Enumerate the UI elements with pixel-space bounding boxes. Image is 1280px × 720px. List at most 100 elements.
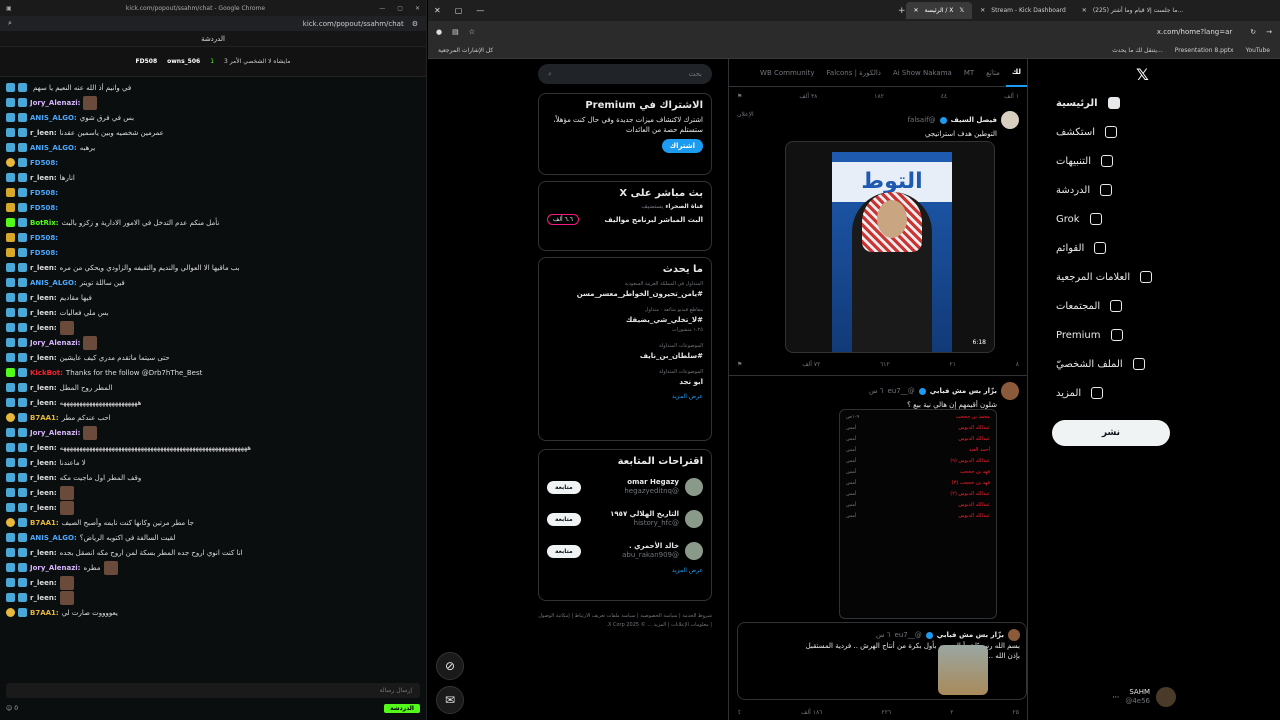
close-icon[interactable]: ✕ [415,5,420,12]
chat-username[interactable]: B7AA1: [30,517,59,529]
chat-input[interactable]: إرسال رسالة [6,683,420,698]
bookmark-presentation[interactable]: Presentation 8.pptx [1175,47,1234,54]
like-count[interactable]: ١٨٢ [874,93,884,100]
tweet-handle[interactable]: @falsaif [908,116,936,124]
chat-message[interactable]: B7AA1: جا مطر مرتين وكانها كنت نايمه وأصب… [6,515,421,530]
nav-item[interactable]: الرئيسية [1056,92,1181,114]
chat-username[interactable]: r_leen: [30,502,57,514]
close-window-icon[interactable]: ✕ [434,6,441,15]
chat-message[interactable]: BotRix: نأمل منكم عدم التدخل في الامور ال… [6,215,421,230]
emote-icon[interactable]: ☺ [6,705,12,712]
tweet-author[interactable]: بزّار بس مش فبابي [937,631,1004,639]
trend-item[interactable]: مقاطع فيديو شائعة · متداول #لا_تخلي_شي_يض… [547,305,703,335]
chat-message[interactable]: ANIS_ALGO: لقيت السالفة في اكتوبه الرياض؟ [6,530,421,545]
back-icon[interactable]: → [1266,28,1272,36]
tweet-image-list[interactable]: محمد بن جحجب ٩-١ص عبدالله الدبوس أمس عبدالله… [839,409,997,619]
chat-username[interactable]: FD508: [30,157,58,169]
reply-count[interactable]: ٨ [1016,361,1019,368]
avatar[interactable] [685,510,703,528]
tweet-handle[interactable]: @__eu7 [888,387,915,395]
nav-item[interactable]: الدردشة [1056,179,1181,201]
avatar[interactable] [1008,629,1020,641]
chat-username[interactable]: Jory_Alenazi: [30,337,80,349]
chat-message[interactable]: ANIS_ALGO: بس في فرق شوي [6,110,421,125]
view-count[interactable]: ١٨٦ ألف [801,709,822,716]
grok-icon[interactable]: ⊘ [436,652,464,680]
bookmark-icon[interactable]: ⚑ [737,93,742,100]
tab-youtube[interactable]: ✕ (225) ما جلست إلا قيام وما أشتر... [1074,2,1191,19]
tweet-image[interactable] [938,645,988,695]
timeline-tab[interactable]: Ai Show Nakama [887,59,958,87]
bookmark-x[interactable]: يتنقل لك ما يحدث... [1112,47,1163,54]
avatar[interactable] [1001,111,1019,129]
reply-count[interactable]: ١ ألف [1004,93,1019,100]
chat-message[interactable]: Jory_Alenazi: مطره [6,560,421,575]
nav-item[interactable]: استكشف [1056,121,1181,143]
chat-username[interactable]: r_leen: [30,487,57,499]
chat-username[interactable]: FD508: [30,187,58,199]
bookmark-youtube[interactable]: YouTube [1246,47,1270,54]
repost-count[interactable]: ٢١ [950,361,956,368]
chat-message[interactable]: r_leen: ههههههههههههههههههههههههههههههههه… [6,440,421,455]
timeline-tab[interactable]: لك [1005,59,1027,87]
extensions-icon[interactable]: ▤ [452,28,459,36]
chat-username[interactable]: FD508: [30,232,58,244]
tab-kick-dashboard[interactable]: ✕ Stream - Kick Dashboard [972,2,1074,19]
trends-show-more[interactable]: عرض المزيد [547,393,703,400]
chat-message[interactable]: r_leen: [6,485,421,500]
tab-close-icon[interactable]: ✕ [914,7,919,14]
chat-username[interactable]: Jory_Alenazi: [30,427,80,439]
chat-message[interactable]: r_leen: انارها [6,170,421,185]
nav-item[interactable]: القوائم [1056,237,1181,259]
minimize-icon[interactable]: — [379,5,385,12]
chat-username[interactable]: ANIS_ALGO: [30,532,77,544]
chat-message[interactable]: r_leen: [6,590,421,605]
chat-username[interactable]: r_leen: [30,262,57,274]
chat-message[interactable]: ANIS_ALGO: فين ساللة تويتر [6,275,421,290]
nav-item[interactable]: العلامات المرجعية [1056,266,1181,288]
tab-x-home[interactable]: ✕ الرئيسة / X 𝕏 [905,2,973,19]
follow-button[interactable]: متابعة [547,480,581,494]
repost-count[interactable]: ٢ [950,709,953,716]
send-button[interactable]: الدردشة [384,703,420,713]
timeline-tab[interactable]: WB Community [754,59,820,87]
chat-message[interactable]: ANIS_ALGO: يرهبه [6,140,421,155]
minimize-window-icon[interactable]: — [476,6,484,15]
chat-username[interactable]: r_leen: [30,307,57,319]
chat-message[interactable]: r_leen: [6,320,421,335]
chat-message[interactable]: B7AA1: يعووووت صارت لي [6,605,421,620]
chat-username[interactable]: B7AA1: [30,412,59,424]
chat-message[interactable]: FD508: [6,185,421,200]
bookmark-icon[interactable]: ⚑ [737,361,742,368]
chat-message[interactable]: r_leen: وقف المطر اول ماجيت مكه [6,470,421,485]
follow-show-more[interactable]: عرض المزيد [547,567,703,574]
chat-username[interactable]: r_leen: [30,322,57,334]
new-tab-icon[interactable]: + [898,6,906,16]
settings-icon[interactable]: ⚙ [412,20,418,28]
chat-username[interactable]: r_leen: [30,172,57,184]
chat-message[interactable]: FD508: [6,155,421,170]
chat-username[interactable]: r_leen: [30,457,57,469]
messages-icon[interactable]: ✉ [436,686,464,714]
chat-username[interactable]: r_leen: [30,292,57,304]
restore-window-icon[interactable]: ▢ [455,6,463,15]
chat-message[interactable]: KickBot: Thanks for the follow @Drb7hThe_… [6,365,421,380]
nav-item[interactable]: Premium [1056,324,1181,346]
nav-item[interactable]: المجتمعات [1056,295,1181,317]
trend-item[interactable]: الموضوعات المتداولة ابو نجد [547,367,703,387]
share-icon[interactable]: ⇪ [737,709,742,716]
avatar[interactable] [1001,382,1019,400]
search-input[interactable]: بحث ⌕ [538,64,712,84]
chat-message[interactable]: في وانيم أذ الله عنه النعيم يا سهم [6,80,421,95]
chat-message[interactable]: B7AA1: احب عندكم مطر [6,410,421,425]
timeline-tab[interactable]: ذالكورة | Falcons [821,59,887,87]
chat-username[interactable]: r_leen: [30,442,57,454]
chat-message[interactable]: FD508: [6,230,421,245]
timeline-tab[interactable]: متابَع [980,59,1006,87]
trend-item[interactable]: الموضوعات المتداولة #سلطان_بن_نايف [547,341,703,361]
nav-item[interactable]: Grok [1056,208,1181,230]
chat-message[interactable]: r_leen: فيها مقاديم [6,290,421,305]
tweet-3[interactable]: بزّار بس مش فبابي @__eu7 ٦ س بسم الله رس… [737,622,1027,700]
chat-message[interactable]: r_leen: ههههههههههههههههههههههههه [6,395,421,410]
chat-username[interactable]: ANIS_ALGO: [30,277,77,289]
